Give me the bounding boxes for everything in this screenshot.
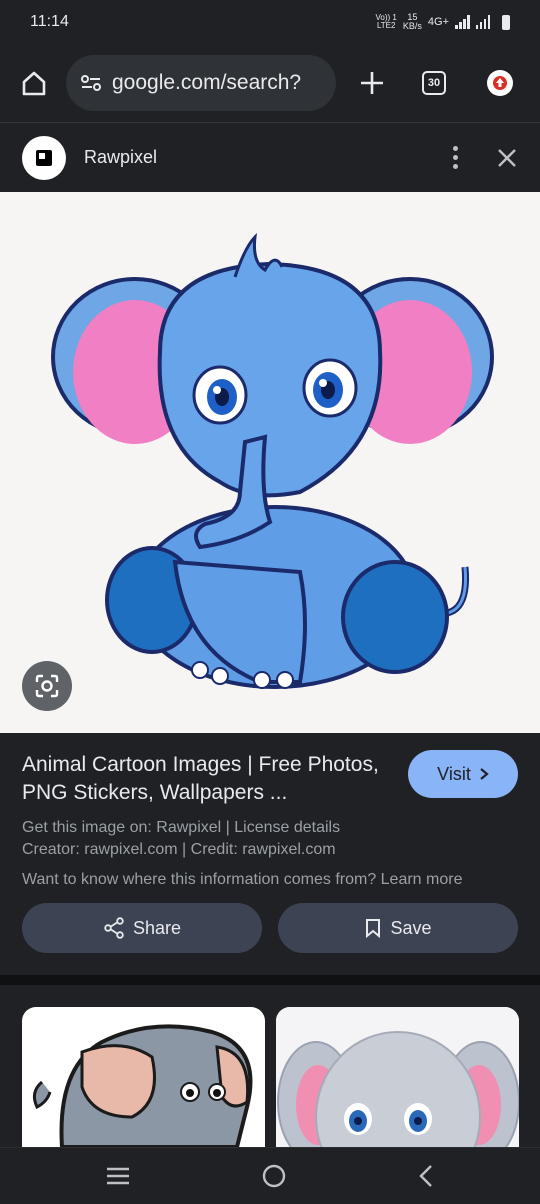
status-indicators: Vo)) 1 LTE2 15 KB/s 4G+: [376, 13, 510, 31]
more-options-icon[interactable]: [440, 146, 470, 169]
tab-switcher-button[interactable]: 30: [414, 63, 454, 103]
home-icon: [22, 71, 46, 96]
elephant-illustration: [51, 232, 494, 689]
plus-icon: [361, 72, 383, 94]
share-icon: [104, 917, 124, 939]
bookmark-icon: [366, 919, 381, 938]
signal-type: 4G+: [427, 16, 449, 28]
source-line[interactable]: Get this image on: Rawpixel | License de…: [22, 817, 518, 839]
close-icon[interactable]: [496, 147, 518, 169]
image-source-bar: Rawpixel: [0, 122, 540, 192]
new-tab-button[interactable]: [352, 63, 392, 103]
url-text: google.com/search?: [112, 71, 302, 94]
chevron-right-icon: [480, 768, 489, 780]
source-name: Rawpixel: [84, 147, 158, 167]
battery-icon: [502, 14, 510, 30]
status-bar: 11:14 Vo)) 1 LTE2 15 KB/s 4G+: [0, 0, 540, 44]
data-speed: 15 KB/s: [402, 12, 422, 31]
share-button[interactable]: Share: [22, 903, 262, 953]
learn-more-line[interactable]: Want to know where this information come…: [22, 869, 518, 891]
pink-ear-elephant-thumbnail: [276, 1007, 519, 1147]
creator-line: Creator: rawpixel.com | Credit: rawpixel…: [22, 841, 336, 858]
preview-image[interactable]: [0, 192, 540, 733]
profile-button[interactable]: [480, 63, 520, 103]
result-info-panel: Animal Cartoon Images | Free Photos, PNG…: [0, 733, 540, 975]
visit-button[interactable]: Visit: [408, 750, 518, 798]
site-settings-icon[interactable]: [80, 72, 102, 94]
signal-strength-icon-2: [475, 15, 490, 29]
lens-icon: [35, 674, 59, 698]
tab-count: 30: [422, 71, 446, 95]
related-image-2[interactable]: [276, 1007, 519, 1147]
action-buttons: Share Save: [22, 903, 518, 953]
related-image-1[interactable]: [22, 1007, 265, 1147]
related-images: [0, 985, 540, 1147]
back-icon[interactable]: [417, 1164, 435, 1188]
system-nav-bar: [0, 1147, 540, 1204]
home-button[interactable]: [14, 63, 54, 103]
section-divider: [0, 975, 540, 985]
browser-toolbar: google.com/search? 30: [0, 44, 540, 122]
address-bar[interactable]: google.com/search?: [66, 55, 336, 111]
status-time: 11:14: [30, 13, 69, 30]
rawpixel-logo: [22, 135, 66, 180]
update-icon: [487, 70, 513, 96]
gray-elephant-thumbnail: [32, 1024, 253, 1147]
signal-strength-icon: [455, 15, 470, 29]
result-title[interactable]: Animal Cartoon Images | Free Photos, PNG…: [22, 751, 392, 807]
home-nav-icon[interactable]: [261, 1163, 287, 1189]
save-button[interactable]: Save: [278, 903, 518, 953]
recent-apps-icon[interactable]: [105, 1165, 131, 1187]
lens-search-button[interactable]: [22, 661, 72, 711]
network-indicator: Vo)) 1 LTE2: [375, 13, 397, 30]
